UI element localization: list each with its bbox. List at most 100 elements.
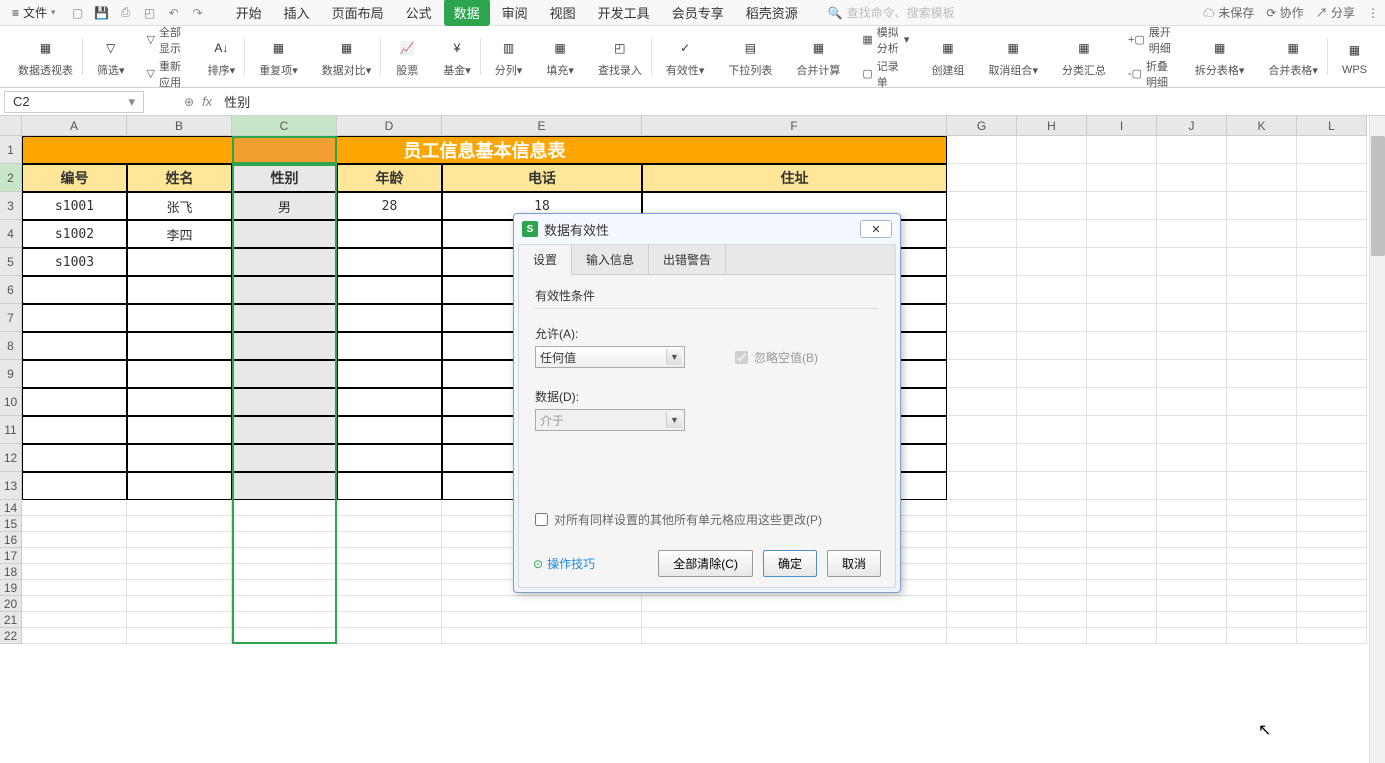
wps-button[interactable]: ▦WPS xyxy=(1332,30,1377,83)
cell[interactable]: 张飞 xyxy=(127,192,232,220)
cell[interactable] xyxy=(1297,220,1367,248)
cell[interactable] xyxy=(337,596,442,612)
cell[interactable] xyxy=(337,444,442,472)
cell[interactable] xyxy=(1157,276,1227,304)
cell[interactable] xyxy=(1087,472,1157,500)
cell[interactable] xyxy=(947,564,1017,580)
cell[interactable] xyxy=(642,612,947,628)
cell[interactable] xyxy=(1227,596,1297,612)
cell[interactable] xyxy=(1017,192,1087,220)
cell[interactable] xyxy=(1297,564,1367,580)
cell[interactable] xyxy=(1297,548,1367,564)
validity-button[interactable]: ✓有效性▾ xyxy=(656,30,715,83)
cell[interactable] xyxy=(232,220,337,248)
cell[interactable] xyxy=(1297,192,1367,220)
cell[interactable] xyxy=(1087,628,1157,644)
scrollbar-thumb[interactable] xyxy=(1371,136,1385,256)
filter-button[interactable]: ▽筛选▾ xyxy=(87,30,135,83)
cell[interactable] xyxy=(337,580,442,596)
cell[interactable] xyxy=(127,548,232,564)
cell[interactable] xyxy=(1227,580,1297,596)
cell[interactable] xyxy=(1087,500,1157,516)
dialog-titlebar[interactable]: S 数据有效性 ✕ xyxy=(514,214,900,244)
zoom-icon[interactable]: ⊕ xyxy=(184,95,194,109)
cell[interactable] xyxy=(1087,416,1157,444)
cell[interactable] xyxy=(1157,444,1227,472)
col-header-I[interactable]: I xyxy=(1087,116,1157,136)
cell[interactable] xyxy=(1297,136,1367,164)
cell[interactable] xyxy=(22,332,127,360)
tab-公式[interactable]: 公式 xyxy=(396,0,442,26)
row-header-6[interactable]: 6 xyxy=(0,276,22,304)
cell[interactable] xyxy=(127,416,232,444)
cell[interactable]: 28 xyxy=(337,192,442,220)
cell[interactable] xyxy=(947,596,1017,612)
cell[interactable] xyxy=(1297,248,1367,276)
collab-button[interactable]: ⟳ 协作 xyxy=(1266,4,1303,21)
cell[interactable] xyxy=(232,416,337,444)
cell[interactable] xyxy=(337,388,442,416)
cell[interactable] xyxy=(1227,136,1297,164)
cell[interactable] xyxy=(947,516,1017,532)
cell[interactable] xyxy=(337,416,442,444)
cell[interactable] xyxy=(947,580,1017,596)
cell[interactable] xyxy=(947,304,1017,332)
cell[interactable] xyxy=(1297,580,1367,596)
cell[interactable] xyxy=(337,516,442,532)
cell[interactable] xyxy=(22,444,127,472)
cell[interactable] xyxy=(232,360,337,388)
cell[interactable] xyxy=(1297,304,1367,332)
cell[interactable] xyxy=(1017,332,1087,360)
cell[interactable] xyxy=(1227,612,1297,628)
cell[interactable] xyxy=(947,164,1017,192)
row-header-14[interactable]: 14 xyxy=(0,500,22,516)
cell[interactable] xyxy=(442,628,642,644)
cell[interactable] xyxy=(1157,192,1227,220)
cell[interactable] xyxy=(1157,164,1227,192)
cell[interactable] xyxy=(642,628,947,644)
col-header-E[interactable]: E xyxy=(442,116,642,136)
find-input-button[interactable]: ◰查找录入 xyxy=(588,30,652,83)
cell[interactable] xyxy=(337,472,442,500)
tab-稻壳资源[interactable]: 稻壳资源 xyxy=(736,0,808,26)
ungroup-button[interactable]: ▦取消组合▾ xyxy=(978,30,1048,83)
cell[interactable] xyxy=(947,276,1017,304)
cell[interactable] xyxy=(1227,628,1297,644)
cell[interactable] xyxy=(1017,500,1087,516)
cell[interactable] xyxy=(947,548,1017,564)
cell[interactable] xyxy=(1297,164,1367,192)
cell[interactable] xyxy=(1227,276,1297,304)
cell[interactable]: 性别 xyxy=(232,164,337,192)
col-header-C[interactable]: C xyxy=(232,116,337,136)
cell[interactable] xyxy=(337,304,442,332)
cell[interactable] xyxy=(947,220,1017,248)
cell[interactable] xyxy=(1017,564,1087,580)
cell[interactable] xyxy=(337,548,442,564)
row-header-20[interactable]: 20 xyxy=(0,596,22,612)
cell[interactable] xyxy=(1157,332,1227,360)
cell[interactable] xyxy=(232,564,337,580)
cell[interactable] xyxy=(1157,360,1227,388)
row-header-7[interactable]: 7 xyxy=(0,304,22,332)
row-header-10[interactable]: 10 xyxy=(0,388,22,416)
cell[interactable] xyxy=(1227,472,1297,500)
cell[interactable] xyxy=(127,276,232,304)
col-header-H[interactable]: H xyxy=(1017,116,1087,136)
cell[interactable] xyxy=(1157,580,1227,596)
cell[interactable]: 编号 xyxy=(22,164,127,192)
cell[interactable] xyxy=(947,248,1017,276)
split-column-button[interactable]: ▥分列▾ xyxy=(485,30,533,83)
cell[interactable] xyxy=(337,360,442,388)
expand-detail-button[interactable]: +▢展开明细 xyxy=(1128,24,1173,56)
tab-页面布局[interactable]: 页面布局 xyxy=(322,0,394,26)
cell[interactable] xyxy=(1157,596,1227,612)
redo-icon[interactable]: ↷ xyxy=(190,5,206,21)
undo-icon[interactable]: ↶ xyxy=(166,5,182,21)
data-compare-button[interactable]: ▦数据对比▾ xyxy=(312,30,382,83)
cell[interactable] xyxy=(22,500,127,516)
simulation-button[interactable]: ▦模拟分析▾ xyxy=(862,24,909,56)
cell[interactable] xyxy=(1017,532,1087,548)
col-header-J[interactable]: J xyxy=(1157,116,1227,136)
row-header-5[interactable]: 5 xyxy=(0,248,22,276)
cell[interactable] xyxy=(1087,516,1157,532)
